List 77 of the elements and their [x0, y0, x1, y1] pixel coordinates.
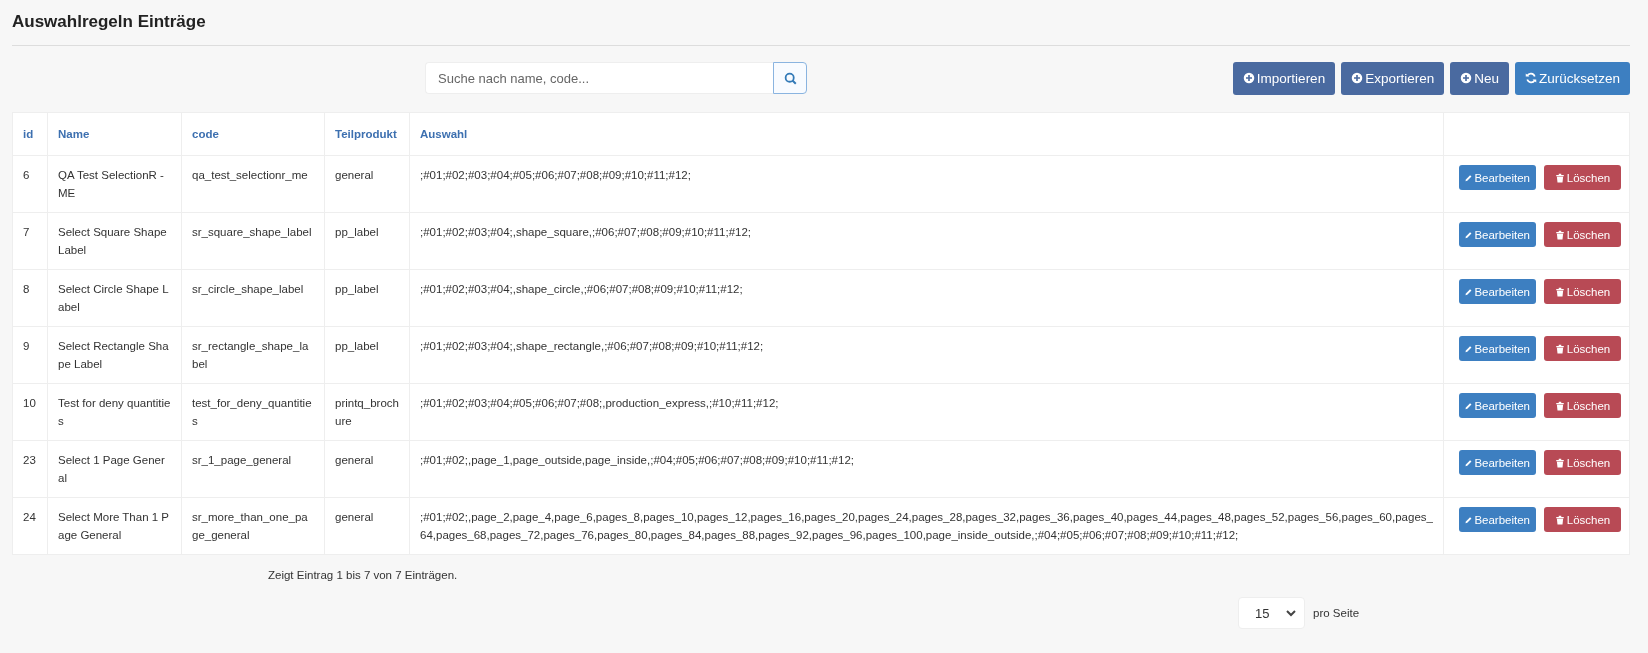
- table-cell: Select More Than 1 Page General: [47, 497, 182, 555]
- plus-circle-icon: [1242, 72, 1255, 84]
- trash-icon: [1554, 286, 1565, 297]
- delete-button[interactable]: Löschen: [1544, 222, 1621, 247]
- trash-icon: [1554, 172, 1565, 183]
- toolbar-button[interactable]: Exportieren: [1341, 61, 1445, 95]
- delete-button[interactable]: Löschen: [1544, 279, 1621, 304]
- table-cell: sr_1_page_general: [181, 440, 325, 498]
- delete-button[interactable]: Löschen: [1544, 165, 1621, 190]
- search-field[interactable]: Suche nach name, code...: [425, 62, 773, 94]
- toolbar-button[interactable]: Neu: [1450, 61, 1509, 95]
- search-button[interactable]: [773, 62, 807, 94]
- table-cell: QA Test SelectionR - ME: [47, 155, 182, 213]
- trash-icon: [1554, 229, 1565, 240]
- table-cell: pp_label: [324, 326, 410, 384]
- edit-button[interactable]: Bearbeiten: [1459, 450, 1536, 475]
- column-header[interactable]: Auswahl: [409, 112, 1444, 156]
- table-cell: Select 1 Page General: [47, 440, 182, 498]
- table-cell: Select Rectangle Shape Label: [47, 326, 182, 384]
- trash-icon: [1554, 400, 1565, 411]
- table-cell: ;#01;#02;#03;#04;#05;#06;#07;#08;,production_express,;#10;#11;#12;: [409, 383, 1444, 441]
- edit-button[interactable]: Bearbeiten: [1459, 393, 1536, 418]
- toolbar-button[interactable]: Zurücksetzen: [1514, 61, 1630, 95]
- edit-button[interactable]: Bearbeiten: [1459, 222, 1536, 247]
- table-cell: pp_label: [324, 269, 410, 327]
- table-cell: sr_more_than_one_page_general: [181, 497, 325, 555]
- plus-circle-icon: [1460, 72, 1473, 84]
- page-title: Auswahlregeln Einträge: [12, 0, 1630, 46]
- table-cell: ;#01;#02;#03;#04;,shape_rectangle,;#06;#07;#08;#09;#10;#11;#12;: [409, 326, 1444, 384]
- table-cell: sr_square_shape_label: [181, 212, 325, 270]
- edit-button[interactable]: Bearbeiten: [1459, 279, 1536, 304]
- column-header[interactable]: Teilprodukt: [324, 112, 410, 156]
- table-cell: ;#01;#02;#03;#04;#05;#06;#07;#08;#09;#10;#11;#12;: [409, 155, 1444, 213]
- delete-button[interactable]: Löschen: [1544, 450, 1621, 475]
- table-cell: 23: [12, 440, 48, 498]
- column-header[interactable]: Name: [47, 112, 182, 156]
- search-icon: [783, 71, 797, 85]
- edit-button[interactable]: Bearbeiten: [1459, 165, 1536, 190]
- trash-icon: [1554, 514, 1565, 525]
- table-cell: 6: [12, 155, 48, 213]
- chevron-down-icon: [1286, 608, 1296, 618]
- entries-summary: Zeigt Eintrag 1 bis 7 von 7 Einträgen.: [268, 569, 459, 581]
- table-cell: pp_label: [324, 212, 410, 270]
- table-cell: printq_brochure: [324, 383, 410, 441]
- table-cell: 10: [12, 383, 48, 441]
- column-header[interactable]: id: [12, 112, 48, 156]
- table-cell: ;#01;#02;,page_2,page_4,page_6,pages_8,pages_10,pages_12,pages_16,pages_20,pages_24,pages_28,pages_32,pages_36,pages_40,pages_44,pages_48,pages_52,pages_56,pages_60,pages_64,pages_68,pages_72,pages_76,pages_80,pages_84,pages_88,pages_92,pages_96,pages_100,page_inside_outside,;#04;#05;#06;#07;#08;#09;#10;#11;#12;: [409, 497, 1444, 555]
- table-cell: general: [324, 440, 410, 498]
- table-cell: ;#01;#02;,page_1,page_outside,page_inside,;#04;#05;#06;#07;#08;#09;#10;#11;#12;: [409, 440, 1444, 498]
- table-cell: Select Circle Shape Label: [47, 269, 182, 327]
- table-cell: 7: [12, 212, 48, 270]
- refresh-icon: [1524, 72, 1537, 84]
- table-cell: 9: [12, 326, 48, 384]
- trash-icon: [1554, 457, 1565, 468]
- plus-circle-icon: [1351, 72, 1364, 84]
- edit-button[interactable]: Bearbeiten: [1459, 507, 1536, 532]
- edit-button[interactable]: Bearbeiten: [1459, 336, 1536, 361]
- page-size-select[interactable]: 15: [1238, 597, 1305, 629]
- toolbar-button[interactable]: Importieren: [1232, 61, 1336, 95]
- trash-icon: [1554, 343, 1565, 354]
- column-header[interactable]: code: [181, 112, 325, 156]
- table-cell: general: [324, 155, 410, 213]
- table-cell: ;#01;#02;#03;#04;,shape_circle,;#06;#07;#08;#09;#10;#11;#12;: [409, 269, 1444, 327]
- table-cell: sr_circle_shape_label: [181, 269, 325, 327]
- table-cell: test_for_deny_quantities: [181, 383, 325, 441]
- table-cell: general: [324, 497, 410, 555]
- delete-button[interactable]: Löschen: [1544, 336, 1621, 361]
- table-cell: sr_rectangle_shape_label: [181, 326, 325, 384]
- delete-button[interactable]: Löschen: [1544, 507, 1621, 532]
- table-cell: ;#01;#02;#03;#04;,shape_square,;#06;#07;#08;#09;#10;#11;#12;: [409, 212, 1444, 270]
- table-cell: qa_test_selectionr_me: [181, 155, 325, 213]
- table-cell: Test for deny quantities: [47, 383, 182, 441]
- page-size-label: pro Seite: [1313, 607, 1360, 619]
- table-cell: Select Square Shape Label: [47, 212, 182, 270]
- delete-button[interactable]: Löschen: [1544, 393, 1621, 418]
- table-cell: 8: [12, 269, 48, 327]
- table-cell: 24: [12, 497, 48, 555]
